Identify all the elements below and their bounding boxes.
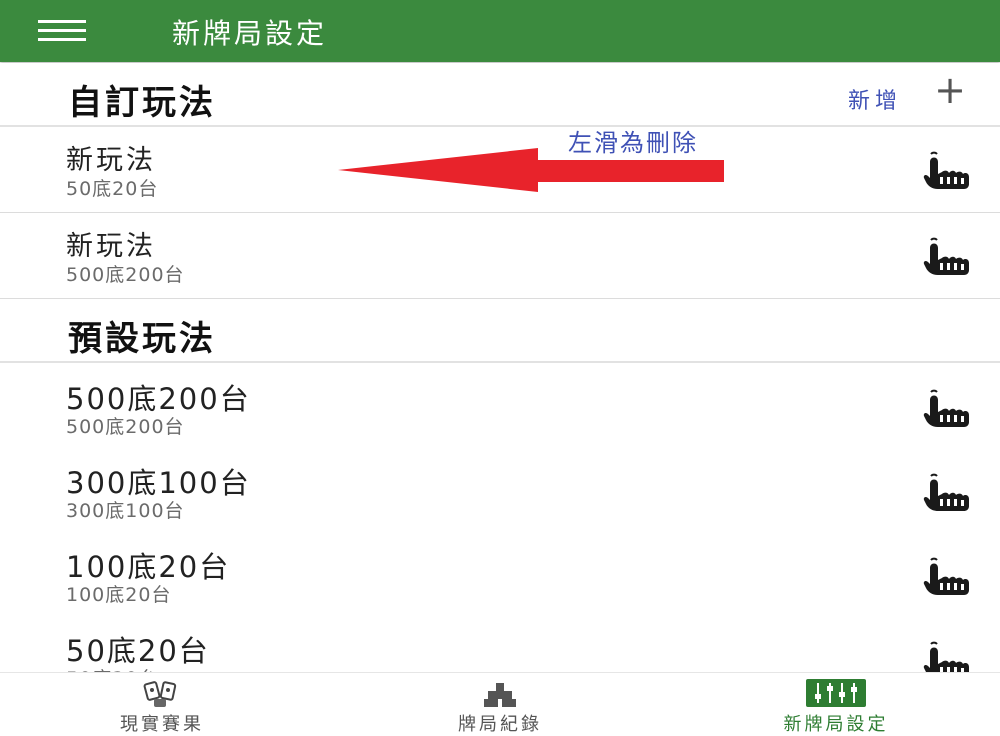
custom-rule-row[interactable]: 新玩法 500底200台	[0, 212, 1000, 299]
hand-pointer-icon[interactable]	[922, 472, 972, 512]
preset-rule-row[interactable]: 100底20台 100底20台	[0, 532, 1000, 618]
hand-pointer-icon[interactable]	[922, 150, 972, 190]
nav-label: 新牌局設定	[783, 714, 889, 735]
building-icon	[484, 683, 516, 707]
preset-section-title: 預設玩法	[68, 319, 216, 359]
swipe-left-arrow-icon	[338, 148, 724, 192]
rule-subtitle: 100底20台	[66, 584, 172, 606]
sliders-icon	[806, 679, 866, 707]
bottom-navigation: 現實賽果 牌局紀錄 新牌局設定	[0, 672, 1000, 735]
preset-section-header: 預設玩法	[0, 299, 1000, 363]
hamburger-menu-icon[interactable]	[38, 20, 86, 42]
rule-subtitle: 500底200台	[66, 264, 185, 286]
rule-subtitle: 500底200台	[66, 416, 185, 438]
mahjong-tiles-icon	[143, 681, 177, 707]
rule-subtitle: 50底20台	[66, 178, 159, 200]
nav-item-history[interactable]: 牌局紀錄	[400, 673, 600, 735]
preset-rule-row[interactable]: 500底200台 500底200台	[0, 364, 1000, 450]
preset-rule-row[interactable]: 300底100台 300底100台	[0, 448, 1000, 534]
custom-section-header: 自訂玩法 新增 +	[0, 63, 1000, 127]
nav-item-results[interactable]: 現實賽果	[62, 673, 262, 735]
rule-subtitle: 300底100台	[66, 500, 185, 522]
hand-pointer-icon[interactable]	[922, 556, 972, 596]
rule-title: 新玩法	[66, 231, 156, 262]
custom-section-title: 自訂玩法	[68, 83, 216, 123]
hand-pointer-icon[interactable]	[922, 236, 972, 276]
app-bar: 新牌局設定	[0, 0, 1000, 62]
add-rule-button[interactable]: 新增	[848, 83, 902, 115]
nav-item-new-game-settings[interactable]: 新牌局設定	[736, 673, 936, 735]
hand-pointer-icon[interactable]	[922, 388, 972, 428]
plus-icon[interactable]: +	[934, 71, 966, 109]
page-title: 新牌局設定	[172, 17, 328, 50]
rule-title: 新玩法	[66, 145, 156, 176]
nav-label: 現實賽果	[120, 714, 204, 735]
nav-label: 牌局紀錄	[458, 714, 542, 735]
